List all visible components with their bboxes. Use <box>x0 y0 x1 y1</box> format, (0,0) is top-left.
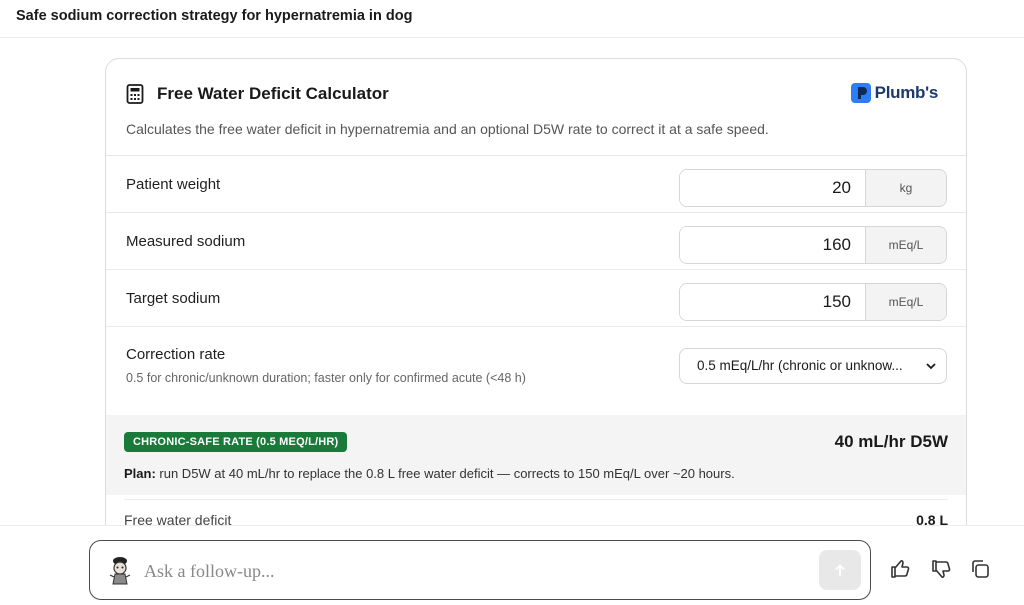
copy-icon[interactable] <box>969 558 991 580</box>
calculator-card: Free Water Deficit Calculator Plumb's Ca… <box>105 58 967 538</box>
target-sodium-row: Target sodium mEq/L <box>106 270 966 327</box>
plumbs-logo-mark-icon <box>850 83 871 103</box>
target-sodium-input[interactable] <box>680 284 865 320</box>
card-title: Free Water Deficit Calculator <box>157 84 389 103</box>
card-description: Calculates the free water deficit in hyp… <box>126 121 769 137</box>
plan-text: Plan: run D5W at 40 mL/hr to replace the… <box>124 466 735 481</box>
correction-rate-hint: 0.5 for chronic/unknown duration; faster… <box>126 371 526 385</box>
plan-body: run D5W at 40 mL/hr to replace the 0.8 L… <box>155 466 735 481</box>
measured-sodium-input-group: mEq/L <box>679 226 947 264</box>
plumbs-logo: Plumb's <box>850 82 939 104</box>
card-header: Free Water Deficit Calculator Plumb's Ca… <box>106 59 966 156</box>
target-sodium-label: Target sodium <box>126 290 221 307</box>
weight-label: Patient weight <box>126 176 221 193</box>
brand-name: Plumb's <box>874 83 939 102</box>
send-button[interactable] <box>819 550 861 590</box>
measured-sodium-input[interactable] <box>680 227 865 263</box>
correction-rate-select[interactable]: 0.5 mEq/L/hr (chronic or unknow... <box>679 348 947 384</box>
measured-sodium-row: Measured sodium mEq/L <box>106 213 966 270</box>
weight-unit: kg <box>865 170 946 206</box>
plan-label: Plan: <box>124 466 156 481</box>
calculator-icon <box>126 84 144 104</box>
page-title: Safe sodium correction strategy for hype… <box>16 8 413 24</box>
mascot-icon <box>109 557 131 585</box>
result-panel: CHRONIC-SAFE RATE (0.5 MEQ/L/HR) 40 mL/h… <box>106 415 966 495</box>
correction-rate-row: Correction rate 0.5 for chronic/unknown … <box>106 330 966 414</box>
result-value: 40 mL/hr D5W <box>834 432 948 451</box>
measured-sodium-label: Measured sodium <box>126 233 246 250</box>
measured-sodium-unit: mEq/L <box>865 227 946 263</box>
top-bar: Safe sodium correction strategy for hype… <box>0 0 1024 38</box>
thumbs-down-icon[interactable] <box>930 558 952 580</box>
chevron-down-icon <box>926 363 936 370</box>
target-sodium-input-group: mEq/L <box>679 283 947 321</box>
weight-input[interactable] <box>680 170 865 206</box>
target-sodium-unit: mEq/L <box>865 284 946 320</box>
weight-input-group: kg <box>679 169 947 207</box>
thumbs-up-icon[interactable] <box>889 558 911 580</box>
weight-row: Patient weight kg <box>106 156 966 213</box>
follow-up-box <box>89 540 871 600</box>
rate-badge: CHRONIC-SAFE RATE (0.5 MEQ/L/HR) <box>124 432 348 452</box>
arrow-up-icon <box>835 564 845 576</box>
follow-up-input[interactable] <box>142 554 806 588</box>
correction-rate-selected: 0.5 mEq/L/hr (chronic or unknow... <box>697 358 903 373</box>
correction-rate-label: Correction rate <box>126 346 226 363</box>
